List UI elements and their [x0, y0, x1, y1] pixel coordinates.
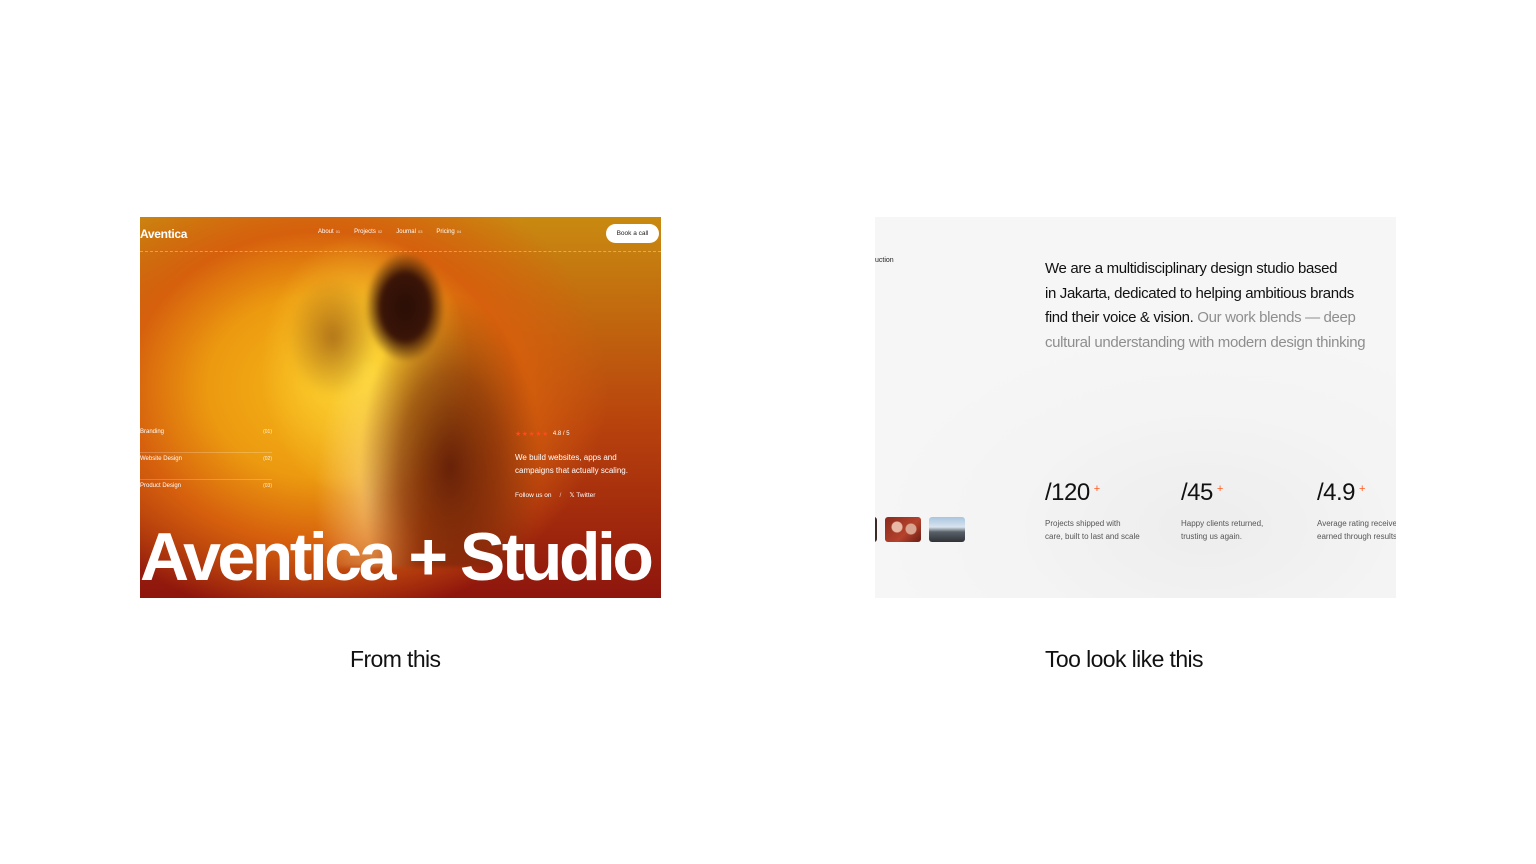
star-rating-icon: ★★★★★ — [515, 431, 549, 438]
thumbnail-strip — [875, 517, 965, 542]
thumbnail-image[interactable] — [929, 517, 965, 542]
statement-line-2: in Jakarta, dedicated to helping ambitio… — [1045, 284, 1354, 302]
stat-description: Projects shipped with care, built to last… — [1045, 519, 1140, 541]
before-hero-screenshot: Aventica About 01 Projects 02 Journal 03 Pr… — [140, 217, 661, 598]
hero-navbar: Aventica About 01 Projects 02 Journal 03 Pr… — [140, 217, 661, 252]
stat-description: Average rating received earned through re… — [1317, 519, 1396, 541]
hero-tagline: We build websites, apps and campaigns th… — [515, 453, 628, 475]
plus-icon: + — [1093, 483, 1100, 495]
stat-rating: /4.9 + Average rating received earned thro… — [1317, 479, 1396, 543]
caption-to: Too look like this — [1045, 646, 1204, 672]
service-item-website-design[interactable]: Website Design (02) — [140, 453, 272, 480]
nav-item-journal[interactable]: Journal 03 — [396, 229, 422, 235]
rating-badge: ★★★★★ 4.8 / 5 — [515, 430, 570, 438]
brand-logo[interactable]: Aventica — [140, 227, 187, 241]
main-nav: About 01 Projects 02 Journal 03 Pricing 04 — [318, 229, 461, 235]
hero-headline: Aventica + Studio — [140, 519, 654, 595]
twitter-link[interactable]: 𝕏 Twitter — [569, 491, 595, 499]
thumbnail-image[interactable] — [875, 517, 877, 542]
caption-from: From this — [350, 646, 441, 672]
nav-item-about[interactable]: About 01 — [318, 229, 340, 235]
statement-line-3-dark: find their voice & vision. — [1045, 309, 1194, 326]
stat-value: /120 — [1045, 479, 1090, 506]
services-list: Branding (01) Website Design (02) Product … — [140, 426, 272, 507]
follow-separator: / — [559, 491, 562, 499]
studio-statement: We are a multidisciplinary design studio… — [1045, 257, 1396, 355]
nav-item-projects[interactable]: Projects 02 — [354, 229, 382, 235]
service-item-product-design[interactable]: Product Design (03) — [140, 480, 272, 507]
service-item-branding[interactable]: Branding (01) — [140, 426, 272, 453]
nav-item-pricing[interactable]: Pricing 04 — [436, 229, 461, 235]
book-call-button[interactable]: Book a call — [606, 224, 659, 243]
statement-line-3-muted: Our work blends — deep — [1193, 309, 1356, 326]
stat-description: Happy clients returned, trusting us again… — [1181, 519, 1264, 541]
plus-icon: + — [1216, 483, 1223, 495]
thumbnail-image[interactable] — [885, 517, 921, 542]
after-about-screenshot: uction We are a multidisciplinary design… — [875, 217, 1396, 598]
section-tag: uction — [875, 257, 894, 264]
follow-label: Follow us on — [515, 491, 552, 499]
rating-score: 4.8 / 5 — [552, 431, 570, 437]
stat-value: /4.9 — [1317, 479, 1356, 506]
plus-icon: + — [1359, 483, 1365, 495]
stat-projects: /120 + Projects shipped with care, built t… — [1045, 479, 1181, 543]
stat-clients: /45 + Happy clients returned, trusting us … — [1181, 479, 1317, 543]
x-twitter-icon: 𝕏 — [569, 492, 575, 499]
statement-line-1: We are a multidisciplinary design studio… — [1045, 260, 1338, 277]
statement-line-4: cultural understanding with modern desig… — [1045, 333, 1366, 351]
social-follow: Follow us on / 𝕏 Twitter — [515, 491, 595, 500]
stats-row: /120 + Projects shipped with care, built t… — [1045, 479, 1396, 543]
stat-value: /45 — [1181, 479, 1213, 506]
